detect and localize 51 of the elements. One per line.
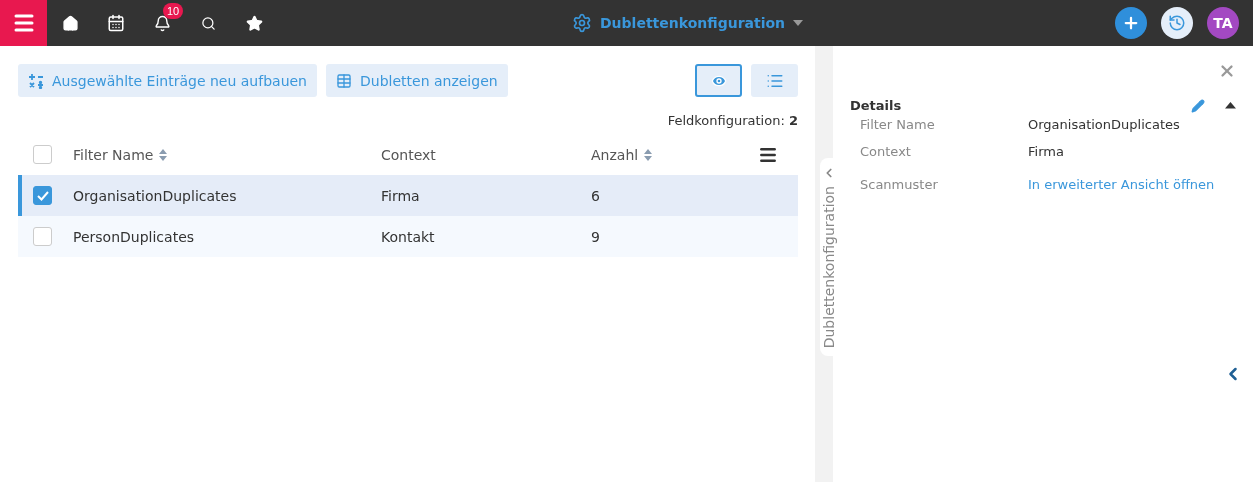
select-all-checkbox[interactable]: [33, 145, 52, 164]
edit-button[interactable]: [1191, 98, 1205, 113]
page-title[interactable]: Dublettenkonfiguration: [600, 15, 786, 31]
row-checkbox[interactable]: [33, 186, 52, 205]
caret-icon[interactable]: [793, 20, 804, 26]
table-cell-text: 9: [591, 228, 601, 245]
rebuild-button[interactable]: Ausgewählte Einträge neu aufbauen: [18, 64, 317, 97]
close-button[interactable]: [1218, 62, 1236, 80]
notification-badge: 10: [163, 3, 184, 19]
star-icon: [245, 14, 263, 32]
checkmark-icon: [36, 190, 49, 201]
detail-value: Firma: [1028, 144, 1065, 159]
close-icon: [1218, 62, 1236, 80]
detail-value: OrganisationDuplicates: [1028, 117, 1181, 132]
settings-icon: [572, 13, 592, 33]
row-checkbox[interactable]: [33, 227, 52, 246]
table-cell-text: PersonDuplicates: [73, 228, 196, 245]
field-config-count: Feldkonfiguration: 2: [666, 113, 798, 128]
detail-label: Context: [860, 144, 912, 159]
notifications-button[interactable]: 10: [139, 0, 185, 46]
side-tab[interactable]: Dublettenkonfiguration: [820, 158, 838, 357]
detail-link[interactable]: In erweiterter Ansicht öffnen: [1028, 177, 1236, 192]
column-header[interactable]: Anzahl: [591, 146, 639, 163]
table-cell-text: 6: [591, 187, 601, 204]
menu-button[interactable]: [0, 0, 47, 46]
table-icon: [336, 72, 352, 89]
detail-label: Filter Name: [860, 117, 936, 132]
pencil-icon: [1191, 98, 1205, 113]
home-icon: [61, 14, 79, 32]
sort-icon[interactable]: [644, 148, 653, 161]
preview-view-button[interactable]: [695, 64, 742, 97]
bell-icon: [153, 14, 171, 32]
show-duplicates-button[interactable]: Dubletten anzeigen: [326, 64, 508, 97]
table-cell-text: OrganisationDuplicates: [73, 187, 238, 204]
add-button[interactable]: [1115, 7, 1147, 39]
user-avatar[interactable]: TA: [1207, 7, 1239, 39]
column-header[interactable]: Context: [381, 146, 436, 163]
sort-icon[interactable]: [159, 148, 168, 161]
detail-label: Scanmuster: [860, 177, 939, 192]
table-cell-text: Firma: [381, 187, 421, 204]
history-icon: [1168, 14, 1186, 32]
search-icon: [200, 15, 216, 31]
calendar-icon: [107, 14, 125, 32]
column-header[interactable]: Filter Name: [73, 146, 154, 163]
collapse-icon[interactable]: [1225, 102, 1236, 109]
history-button[interactable]: [1161, 7, 1193, 39]
math-operators-icon: [28, 72, 44, 89]
details-title: Details: [850, 98, 902, 113]
side-tab-label: Dublettenkonfiguration: [821, 186, 837, 349]
plus-icon: [1122, 14, 1140, 32]
table-cell-text: Kontakt: [381, 228, 436, 245]
